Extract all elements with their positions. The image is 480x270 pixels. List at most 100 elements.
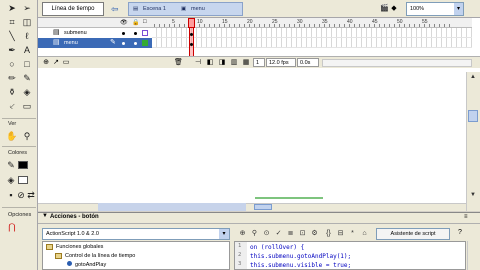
ruler-tick bbox=[289, 24, 290, 27]
code-line[interactable]: this.submenu.gotoAndPlay(1); bbox=[250, 252, 351, 261]
frames-row-submenu[interactable] bbox=[152, 28, 472, 38]
current-frame: 1 bbox=[253, 58, 265, 67]
modify-markers-icon[interactable]: ▦ bbox=[242, 59, 250, 67]
outline-color-box[interactable] bbox=[142, 30, 148, 36]
add-statement-icon[interactable]: ⊕ bbox=[238, 229, 247, 238]
code-line[interactable]: this.submenu.visible = true; bbox=[250, 261, 351, 270]
script-assist-button[interactable]: Asistente de script bbox=[376, 228, 450, 240]
subselection-tool-icon[interactable]: ➢ bbox=[20, 2, 34, 15]
brush-tool-icon[interactable]: ✎ bbox=[20, 72, 34, 85]
fill-transform-tool-icon[interactable]: ◫ bbox=[20, 16, 34, 29]
playhead-handle[interactable] bbox=[188, 18, 195, 28]
add-folder-icon[interactable]: ▭ bbox=[62, 59, 70, 67]
ruler-tick bbox=[234, 24, 235, 27]
stage-vscroll[interactable]: ▲ ▼ bbox=[466, 72, 480, 211]
selection-tool-icon[interactable]: ➤ bbox=[5, 2, 19, 15]
ruler-tick bbox=[329, 24, 330, 27]
dropdown-arrow-icon[interactable]: ▾ bbox=[219, 229, 229, 239]
frame-ruler[interactable]: 5 10 15 20 25 30 35 40 45 50 55 bbox=[152, 18, 472, 28]
pen-tool-icon[interactable]: ✒ bbox=[5, 44, 19, 57]
lock-icon[interactable]: 🔒 bbox=[132, 19, 139, 26]
text-tool-icon[interactable]: A bbox=[20, 44, 34, 57]
onion-skin-icon[interactable]: ◧ bbox=[206, 59, 214, 67]
collapse-selection-icon[interactable]: ⊟ bbox=[336, 229, 345, 238]
center-frame-icon[interactable]: ⊣ bbox=[194, 59, 202, 67]
collapse-triangle-icon[interactable]: ▼ bbox=[42, 213, 48, 219]
check-syntax-icon[interactable]: ✓ bbox=[274, 229, 283, 238]
help-icon[interactable]: ? bbox=[458, 229, 462, 236]
layer-row-submenu[interactable]: ▤ submenu bbox=[38, 28, 152, 38]
lasso-tool-icon[interactable]: ℓ bbox=[20, 30, 34, 43]
timeline-toggle-button[interactable]: Línea de tiempo bbox=[42, 2, 104, 16]
lock-dot[interactable] bbox=[134, 32, 137, 35]
frames-row-menu[interactable] bbox=[152, 38, 472, 48]
add-layer-icon[interactable]: ⊕ bbox=[42, 59, 50, 67]
outline-color-box[interactable] bbox=[142, 40, 148, 46]
keyframe-submenu[interactable] bbox=[190, 29, 193, 37]
timeline-hscroll[interactable] bbox=[322, 59, 472, 67]
editor-vscroll[interactable] bbox=[467, 241, 479, 270]
visibility-dot[interactable] bbox=[122, 42, 125, 45]
delete-layer-icon[interactable]: 🗑 bbox=[174, 59, 183, 67]
visibility-dot[interactable] bbox=[122, 32, 125, 35]
auto-format-icon[interactable]: ≣ bbox=[286, 229, 295, 238]
find-icon[interactable]: ⚲ bbox=[250, 229, 259, 238]
scroll-down-icon[interactable]: ▼ bbox=[467, 190, 479, 200]
edit-multiple-icon[interactable]: ▥ bbox=[230, 59, 238, 67]
ruler-tick bbox=[154, 24, 155, 27]
stage[interactable] bbox=[38, 72, 466, 204]
fill-color-icon[interactable]: ◈ bbox=[4, 174, 18, 187]
ruler-tick bbox=[214, 24, 215, 27]
layer-row-menu[interactable]: ▤ menu ✎ bbox=[38, 38, 152, 48]
stage-hscroll-thumb[interactable] bbox=[254, 204, 272, 210]
panel-menu-icon[interactable]: ≡ bbox=[464, 214, 468, 220]
code-line[interactable]: on (rollOver) { bbox=[250, 243, 304, 252]
rectangle-tool-icon[interactable]: □ bbox=[20, 58, 34, 71]
edit-symbol-icon[interactable]: ◆ bbox=[390, 5, 398, 13]
collapse-braces-icon[interactable]: {} bbox=[324, 229, 333, 238]
eraser-tool-icon[interactable]: ▭ bbox=[20, 100, 34, 113]
scroll-up-icon[interactable]: ▲ bbox=[467, 72, 479, 82]
line-tool-icon[interactable]: ╲ bbox=[5, 30, 19, 43]
lock-dot[interactable] bbox=[134, 42, 137, 45]
ruler-tick bbox=[404, 24, 405, 27]
zoom-tool-icon[interactable]: ⚲ bbox=[20, 130, 34, 143]
edit-scene-icon[interactable]: 🎬 bbox=[380, 5, 389, 13]
swap-colors-icon[interactable]: ⇄ bbox=[24, 189, 38, 202]
stroke-color-swatch[interactable] bbox=[18, 161, 28, 169]
eyedropper-tool-icon[interactable]: ⸔ bbox=[5, 100, 19, 113]
actions-panel-title: Acciones - botón bbox=[50, 214, 99, 220]
snap-magnet-icon[interactable]: ⋂ bbox=[5, 221, 19, 234]
frame-rate[interactable]: 12.0 fps bbox=[266, 58, 296, 67]
tree-item-gotoandplay[interactable]: gotoAndPlay bbox=[67, 261, 106, 270]
breadcrumb-symbol[interactable]: menu bbox=[191, 3, 205, 15]
expand-all-icon[interactable]: * bbox=[348, 229, 357, 238]
paint-bucket-tool-icon[interactable]: ◈ bbox=[20, 86, 34, 99]
eye-icon[interactable]: 👁 bbox=[120, 19, 128, 26]
hand-tool-icon[interactable]: ✋ bbox=[5, 130, 19, 143]
stage-vscroll-thumb[interactable] bbox=[468, 110, 478, 122]
tree-item-timeline-control[interactable]: Control de la línea de tiempo bbox=[55, 252, 135, 261]
outline-icon[interactable]: □ bbox=[143, 19, 147, 25]
stage-hscroll-track[interactable] bbox=[98, 203, 246, 211]
free-transform-tool-icon[interactable]: ⌗ bbox=[5, 16, 19, 29]
back-arrow-icon[interactable]: ⇦ bbox=[111, 3, 123, 15]
insert-target-icon[interactable]: ⊙ bbox=[262, 229, 271, 238]
onion-outline-icon[interactable]: ◨ bbox=[218, 59, 226, 67]
actionscript-version-select[interactable]: ActionScript 1.0 & 2.0 bbox=[42, 228, 230, 240]
breadcrumb-scene[interactable]: Escena 1 bbox=[143, 3, 166, 15]
ink-bottle-tool-icon[interactable]: ⚱ bbox=[5, 86, 19, 99]
add-guide-icon[interactable]: ↗ bbox=[52, 59, 60, 67]
code-hint-icon[interactable]: ⊡ bbox=[298, 229, 307, 238]
zoom-dropdown-arrow-icon[interactable]: ▾ bbox=[454, 3, 463, 15]
debug-options-icon[interactable]: ⚙ bbox=[310, 229, 319, 238]
colors-section-label: Colores bbox=[8, 150, 27, 156]
tree-item-global-functions[interactable]: Funciones globales bbox=[46, 243, 103, 252]
oval-tool-icon[interactable]: ○ bbox=[5, 58, 19, 71]
apply-comment-icon[interactable]: ⌂ bbox=[360, 229, 369, 238]
fill-color-swatch[interactable] bbox=[18, 176, 28, 184]
actions-panel-header[interactable] bbox=[38, 212, 480, 224]
pencil-tool-icon[interactable]: ✏ bbox=[5, 72, 19, 85]
stroke-color-icon[interactable]: ✎ bbox=[4, 159, 18, 172]
keyframe-menu[interactable] bbox=[190, 39, 193, 47]
